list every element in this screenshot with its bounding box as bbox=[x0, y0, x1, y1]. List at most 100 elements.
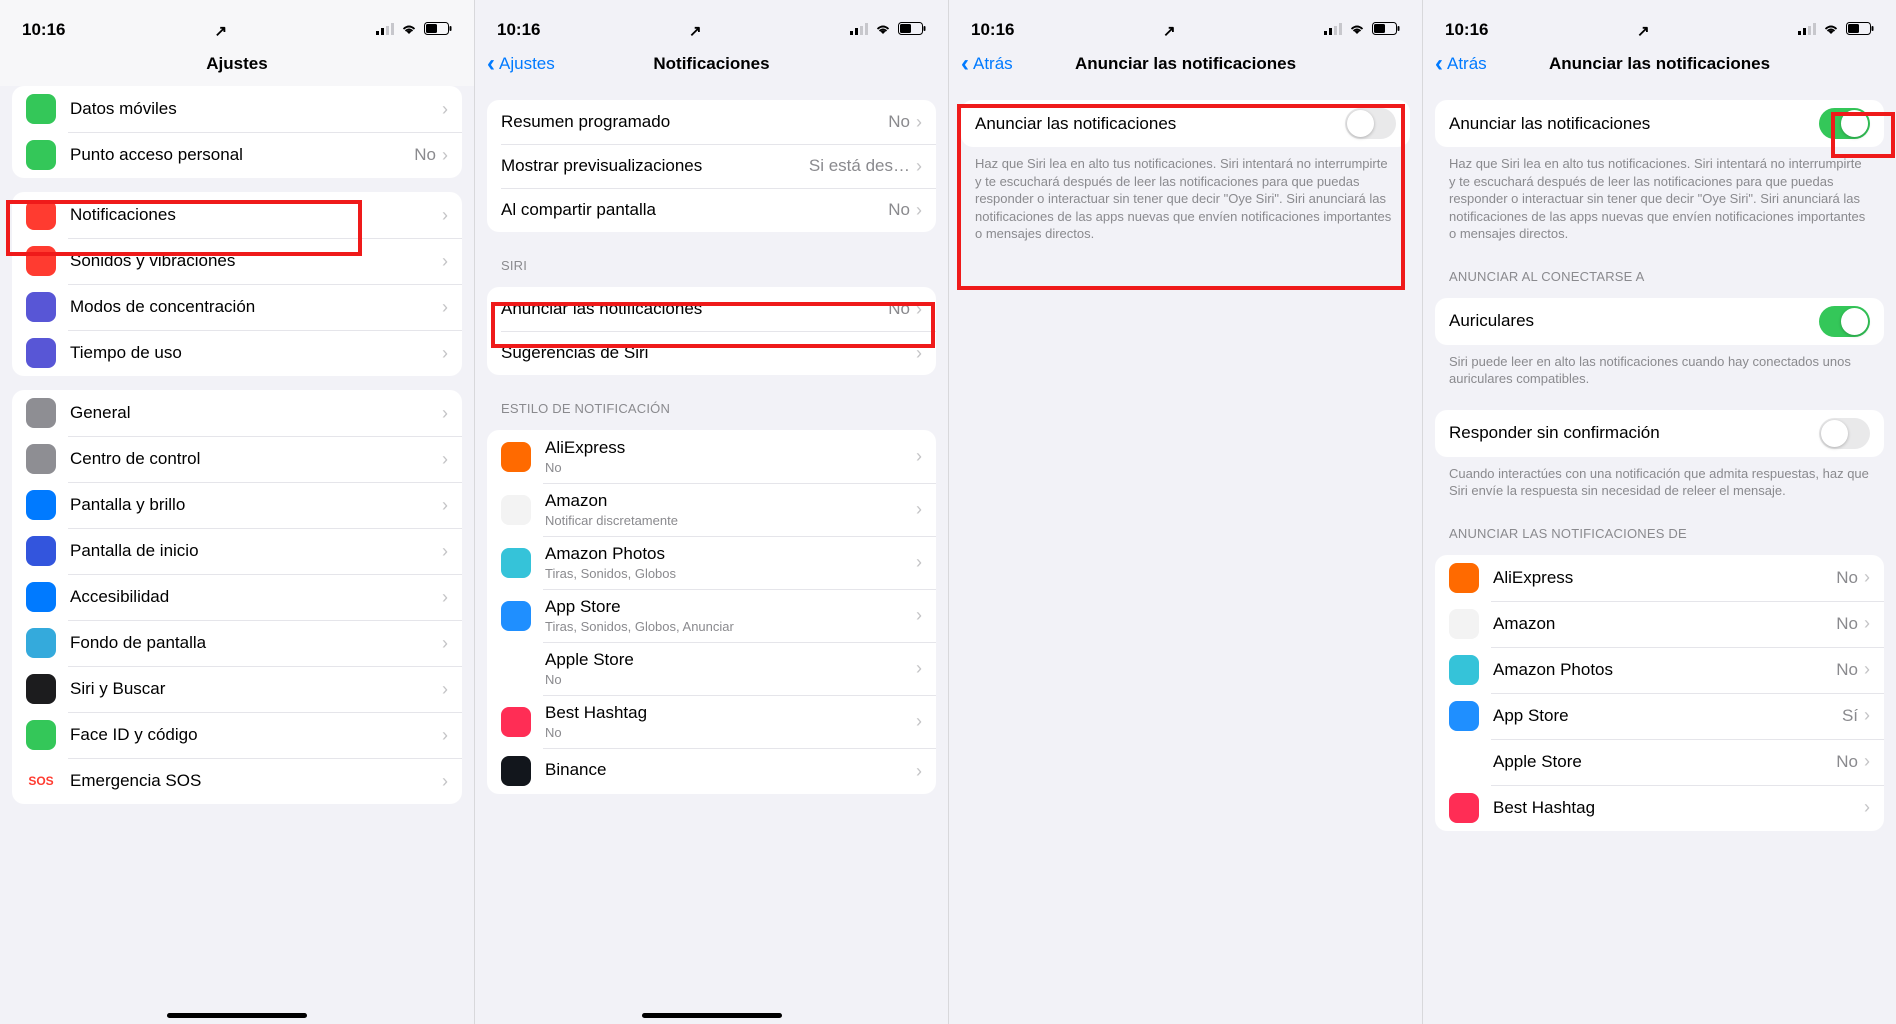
chevron-right-icon: › bbox=[442, 771, 448, 792]
app-icon bbox=[501, 707, 531, 737]
home-indicator bbox=[642, 1013, 782, 1018]
app-icon bbox=[1449, 701, 1479, 731]
status-bar: 10:16 ↗ bbox=[1423, 0, 1896, 42]
row-reply[interactable]: Responder sin confirmación bbox=[1435, 410, 1884, 457]
chevron-right-icon: › bbox=[442, 251, 448, 272]
announce-toggle[interactable] bbox=[1819, 108, 1870, 139]
chevron-right-icon: › bbox=[442, 403, 448, 424]
row-label: Mostrar previsualizaciones bbox=[501, 156, 809, 176]
app-icon bbox=[26, 94, 56, 124]
row-sub: No bbox=[545, 460, 916, 475]
row-value: No bbox=[888, 200, 910, 220]
back-button[interactable]: ‹Atrás bbox=[961, 52, 1013, 76]
list-item[interactable]: Pantalla y brillo› bbox=[12, 482, 462, 528]
list-item[interactable]: App StoreTiras, Sonidos, Globos, Anuncia… bbox=[487, 589, 936, 642]
row-label: Amazon Photos bbox=[545, 544, 916, 564]
list-item[interactable]: AmazonNo› bbox=[1435, 601, 1884, 647]
list-item[interactable]: App StoreSí› bbox=[1435, 693, 1884, 739]
announce-desc: Haz que Siri lea en alto tus notificacio… bbox=[1449, 155, 1870, 243]
chevron-right-icon: › bbox=[442, 343, 448, 364]
list-item[interactable]: Fondo de pantalla› bbox=[12, 620, 462, 666]
app-icon bbox=[1449, 793, 1479, 823]
row-sub: Notificar discretamente bbox=[545, 513, 916, 528]
group-headphones: Auriculares bbox=[1435, 298, 1884, 345]
row-label: Pantalla y brillo bbox=[70, 495, 442, 515]
app-icon bbox=[26, 444, 56, 474]
row-label: Best Hashtag bbox=[1493, 798, 1858, 818]
list-item[interactable]: AliExpressNo› bbox=[487, 430, 936, 483]
row-label: Pantalla de inicio bbox=[70, 541, 442, 561]
list-item[interactable]: AliExpressNo› bbox=[1435, 555, 1884, 601]
row-value: No bbox=[888, 112, 910, 132]
list-item[interactable]: Pantalla de inicio› bbox=[12, 528, 462, 574]
app-icon bbox=[26, 628, 56, 658]
page-title: Notificaciones bbox=[653, 54, 769, 74]
row-label: Anunciar las notificaciones bbox=[501, 299, 888, 319]
row-value: No bbox=[414, 145, 436, 165]
location-icon: ↗ bbox=[1637, 22, 1650, 40]
app-icon bbox=[26, 720, 56, 750]
list-item[interactable]: Best HashtagNo› bbox=[487, 695, 936, 748]
list-item[interactable]: Modos de concentración› bbox=[12, 284, 462, 330]
row-label: Emergencia SOS bbox=[70, 771, 442, 791]
list-item[interactable]: Accesibilidad› bbox=[12, 574, 462, 620]
back-button[interactable]: ‹Atrás bbox=[1435, 52, 1487, 76]
app-icon bbox=[26, 536, 56, 566]
reply-toggle[interactable] bbox=[1819, 418, 1870, 449]
back-button[interactable]: ‹Ajustes bbox=[487, 52, 555, 76]
list-item[interactable]: Siri y Buscar› bbox=[12, 666, 462, 712]
wifi-icon bbox=[874, 20, 892, 40]
list-item[interactable]: Sugerencias de Siri› bbox=[487, 331, 936, 375]
row-announce-toggle[interactable]: Anunciar las notificaciones bbox=[961, 100, 1410, 147]
chevron-right-icon: › bbox=[916, 446, 922, 467]
chevron-right-icon: › bbox=[1864, 659, 1870, 680]
list-item[interactable]: Al compartir pantallaNo› bbox=[487, 188, 936, 232]
chevron-right-icon: › bbox=[916, 605, 922, 626]
chevron-right-icon: › bbox=[916, 343, 922, 364]
group-apps: AliExpressNo›AmazonNo›Amazon PhotosNo›Ap… bbox=[1435, 555, 1884, 831]
list-item[interactable]: AmazonNotificar discretamente› bbox=[487, 483, 936, 536]
group-general: General›Centro de control›Pantalla y bri… bbox=[12, 390, 462, 804]
list-item[interactable]: Centro de control› bbox=[12, 436, 462, 482]
nav-bar: ‹Atrás Anunciar las notificaciones bbox=[949, 42, 1422, 86]
location-icon: ↗ bbox=[1163, 22, 1176, 40]
announce-toggle[interactable] bbox=[1345, 108, 1396, 139]
toggle-label: Anunciar las notificaciones bbox=[975, 114, 1345, 134]
list-item[interactable]: Punto acceso personalNo› bbox=[12, 132, 462, 178]
list-item[interactable]: Datos móviles› bbox=[12, 86, 462, 132]
heading-siri: SIRI bbox=[501, 258, 922, 273]
chevron-right-icon: › bbox=[442, 541, 448, 562]
list-item[interactable]: Tiempo de uso› bbox=[12, 330, 462, 376]
list-item[interactable]: Amazon PhotosNo› bbox=[1435, 647, 1884, 693]
wifi-icon bbox=[1348, 20, 1366, 40]
list-item[interactable]: Resumen programadoNo› bbox=[487, 100, 936, 144]
list-item[interactable]: Notificaciones› bbox=[12, 192, 462, 238]
list-item[interactable]: Sonidos y vibraciones› bbox=[12, 238, 462, 284]
list-item[interactable]: Best Hashtag› bbox=[1435, 785, 1884, 831]
headphones-toggle[interactable] bbox=[1819, 306, 1870, 337]
row-value: No bbox=[1836, 614, 1858, 634]
screen-announce-on: 10:16 ↗ ‹Atrás Anunciar las notificacion… bbox=[1422, 0, 1896, 1024]
list-item[interactable]: Anunciar las notificacionesNo› bbox=[487, 287, 936, 331]
group-toggle: Anunciar las notificaciones bbox=[961, 100, 1410, 147]
app-icon bbox=[1449, 747, 1479, 777]
list-item[interactable]: Apple StoreNo› bbox=[1435, 739, 1884, 785]
list-item[interactable]: Face ID y código› bbox=[12, 712, 462, 758]
chevron-right-icon: › bbox=[442, 99, 448, 120]
row-label: Best Hashtag bbox=[545, 703, 916, 723]
row-label: Resumen programado bbox=[501, 112, 888, 132]
chevron-right-icon: › bbox=[916, 499, 922, 520]
list-item[interactable]: Amazon PhotosTiras, Sonidos, Globos› bbox=[487, 536, 936, 589]
row-announce-toggle[interactable]: Anunciar las notificaciones bbox=[1435, 100, 1884, 147]
chevron-right-icon: › bbox=[1864, 567, 1870, 588]
row-headphones[interactable]: Auriculares bbox=[1435, 298, 1884, 345]
list-item[interactable]: Binance› bbox=[487, 748, 936, 794]
reply-desc: Cuando interactúes con una notificación … bbox=[1449, 465, 1870, 500]
app-icon bbox=[501, 601, 531, 631]
list-item[interactable]: SOSEmergencia SOS› bbox=[12, 758, 462, 804]
list-item[interactable]: General› bbox=[12, 390, 462, 436]
row-value: No bbox=[888, 299, 910, 319]
list-item[interactable]: Mostrar previsualizacionesSi está des…› bbox=[487, 144, 936, 188]
list-item[interactable]: Apple StoreNo› bbox=[487, 642, 936, 695]
row-label: Modos de concentración bbox=[70, 297, 442, 317]
